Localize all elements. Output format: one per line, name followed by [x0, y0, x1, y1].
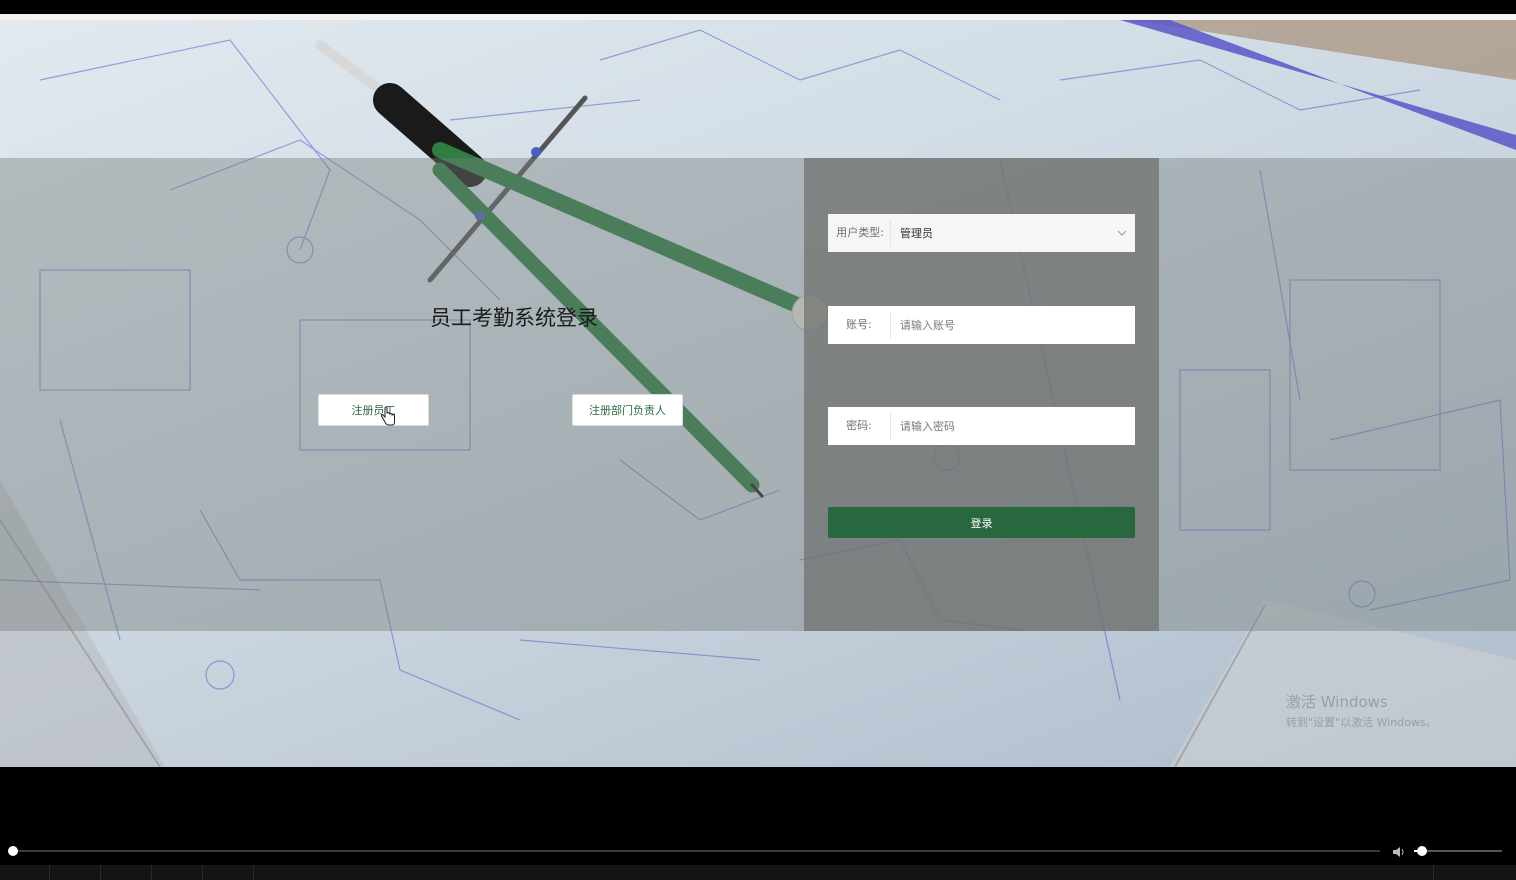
- account-field: 账号:: [828, 306, 1135, 344]
- chevron-down-icon[interactable]: [1109, 228, 1135, 239]
- taskbar-item[interactable]: [203, 865, 254, 880]
- taskbar-empty: [254, 865, 1434, 880]
- password-field: 密码:: [828, 407, 1135, 445]
- register-employee-button[interactable]: 注册员工: [318, 394, 429, 426]
- speaker-icon[interactable]: [1392, 844, 1406, 858]
- taskbar-item[interactable]: [0, 865, 50, 880]
- taskbar-item[interactable]: [152, 865, 203, 880]
- activation-title: 激活 Windows: [1286, 693, 1388, 711]
- volume-handle[interactable]: [1417, 846, 1427, 856]
- account-input[interactable]: [891, 306, 1135, 344]
- seek-handle[interactable]: [8, 846, 18, 856]
- windows-activation-watermark: 激活 Windows 转到"设置"以激活 Windows。: [1286, 691, 1437, 730]
- taskbar-item[interactable]: [50, 865, 101, 880]
- register-manager-button[interactable]: 注册部门负责人: [572, 394, 683, 426]
- user-type-label: 用户类型:: [828, 220, 891, 246]
- login-button[interactable]: 登录: [828, 507, 1135, 538]
- taskbar: [0, 865, 1516, 880]
- video-player-controls: [0, 767, 1516, 880]
- hand-pointer-icon: [380, 406, 396, 431]
- content-band: [0, 158, 1516, 631]
- volume-slider[interactable]: [1414, 850, 1502, 852]
- user-type-value[interactable]: 管理员: [891, 225, 1109, 241]
- password-label: 密码:: [828, 413, 891, 439]
- window-top-edge: [0, 0, 1516, 14]
- user-type-select[interactable]: 用户类型: 管理员: [828, 214, 1135, 252]
- account-label: 账号:: [828, 312, 891, 338]
- password-input[interactable]: [891, 407, 1135, 445]
- activation-hint: 转到"设置"以激活 Windows。: [1286, 716, 1437, 729]
- video-viewport: 员工考勤系统登录 注册员工 注册部门负责人 用户类型: 管理员 账号: 密码: …: [0, 20, 1516, 767]
- page-title: 员工考勤系统登录: [430, 306, 598, 330]
- taskbar-item[interactable]: [101, 865, 152, 880]
- seek-bar[interactable]: [12, 850, 1380, 852]
